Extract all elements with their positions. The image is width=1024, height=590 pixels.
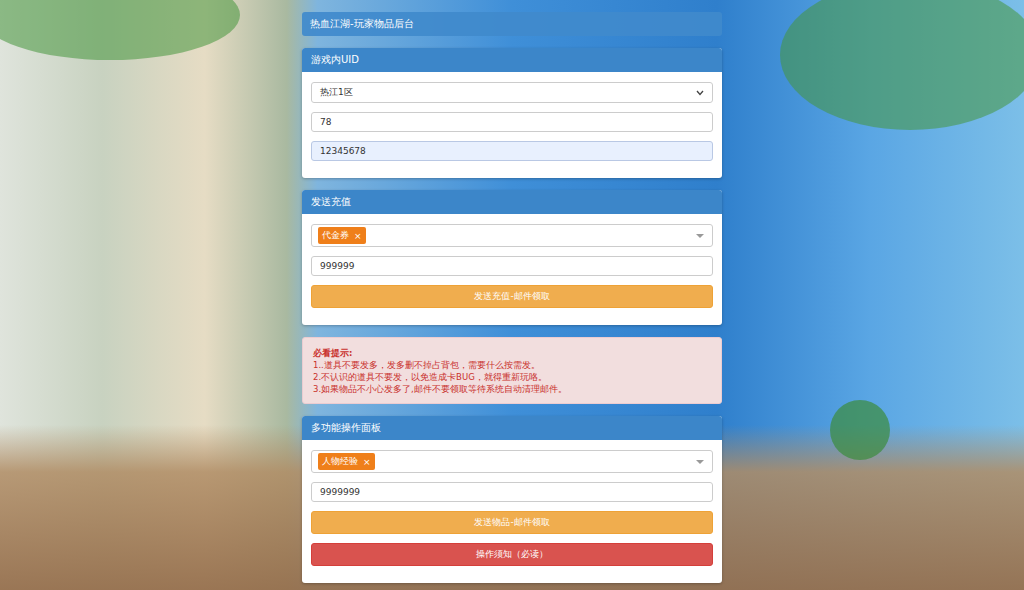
notice-line: 3.如果物品不小心发多了,邮件不要领取等待系统自动清理邮件。 bbox=[313, 383, 711, 395]
uid-panel: 游戏内UID 热江1区 78 12345678 bbox=[302, 48, 722, 178]
main-column: 热血江湖-玩家物品后台游戏内UID 热江1区 78 12345678 发送充值代金券 × 9… bbox=[302, 0, 722, 583]
recharge-panel: 发送充值代金券 × 999999 发送充值-邮件领取 bbox=[302, 190, 722, 325]
panel-title: 多功能操作面板 bbox=[311, 421, 381, 435]
dropdown-caret-icon bbox=[696, 460, 704, 464]
page-title: 热血江湖-玩家物品后台 bbox=[310, 17, 414, 31]
amount-input[interactable]: 999999 bbox=[311, 256, 713, 276]
chevron-down-icon bbox=[696, 90, 704, 96]
notice-box: 必看提示:1..道具不要发多，发多删不掉占背包，需要什么按需发。2.不认识的道具… bbox=[302, 337, 722, 404]
uid-input[interactable]: 12345678 bbox=[311, 141, 713, 161]
panel-header: 游戏内UID bbox=[302, 48, 722, 72]
multi-panel: 多功能操作面板人物经验 × 9999999 发送物品-邮件领取操作须知（必读） bbox=[302, 416, 722, 583]
tag-label: 代金券 bbox=[322, 229, 349, 242]
item-tag: 代金券 × bbox=[318, 227, 366, 244]
uid-input[interactable]: 78 bbox=[311, 112, 713, 132]
tag-list: 人物经验 × bbox=[318, 453, 375, 470]
item-select[interactable]: 人物经验 × bbox=[311, 450, 713, 473]
dropdown-caret-icon bbox=[696, 234, 704, 238]
tag-list: 代金券 × bbox=[318, 227, 366, 244]
input-value: 78 bbox=[320, 117, 331, 127]
panel-body: 人物经验 × 9999999 发送物品-邮件领取操作须知（必读） bbox=[302, 440, 722, 583]
server-value: 热江1区 bbox=[320, 86, 353, 99]
notice-line: 2.不认识的道具不要发，以免造成卡BUG，就得重新玩咯。 bbox=[313, 371, 711, 383]
button-label: 发送充值-邮件领取 bbox=[474, 290, 549, 303]
send-item-button[interactable]: 发送物品-邮件领取 bbox=[311, 511, 713, 534]
server-select[interactable]: 热江1区 bbox=[311, 82, 713, 103]
panel-body: 热江1区 78 12345678 bbox=[302, 72, 722, 178]
panel-header: 发送充值 bbox=[302, 190, 722, 214]
page-title-bar: 热血江湖-玩家物品后台 bbox=[302, 12, 722, 36]
item-tag: 人物经验 × bbox=[318, 453, 375, 470]
input-value: 999999 bbox=[320, 261, 354, 271]
panel-title: 发送充值 bbox=[311, 195, 351, 209]
input-value: 9999999 bbox=[320, 487, 360, 497]
panel-body: 代金券 × 999999 发送充值-邮件领取 bbox=[302, 214, 722, 325]
send-recharge-button[interactable]: 发送充值-邮件领取 bbox=[311, 285, 713, 308]
input-value: 12345678 bbox=[320, 146, 366, 156]
tag-label: 人物经验 bbox=[322, 455, 358, 468]
notice-title: 必看提示: bbox=[313, 347, 711, 359]
instructions-button[interactable]: 操作须知（必读） bbox=[311, 543, 713, 566]
button-label: 操作须知（必读） bbox=[476, 548, 548, 561]
panel-title: 游戏内UID bbox=[311, 53, 359, 67]
notice-line: 1..道具不要发多，发多删不掉占背包，需要什么按需发。 bbox=[313, 359, 711, 371]
tag-remove-icon[interactable]: × bbox=[363, 457, 371, 467]
button-label: 发送物品-邮件领取 bbox=[474, 516, 549, 529]
item-select[interactable]: 代金券 × bbox=[311, 224, 713, 247]
panel-header: 多功能操作面板 bbox=[302, 416, 722, 440]
tag-remove-icon[interactable]: × bbox=[354, 231, 362, 241]
amount-input[interactable]: 9999999 bbox=[311, 482, 713, 502]
